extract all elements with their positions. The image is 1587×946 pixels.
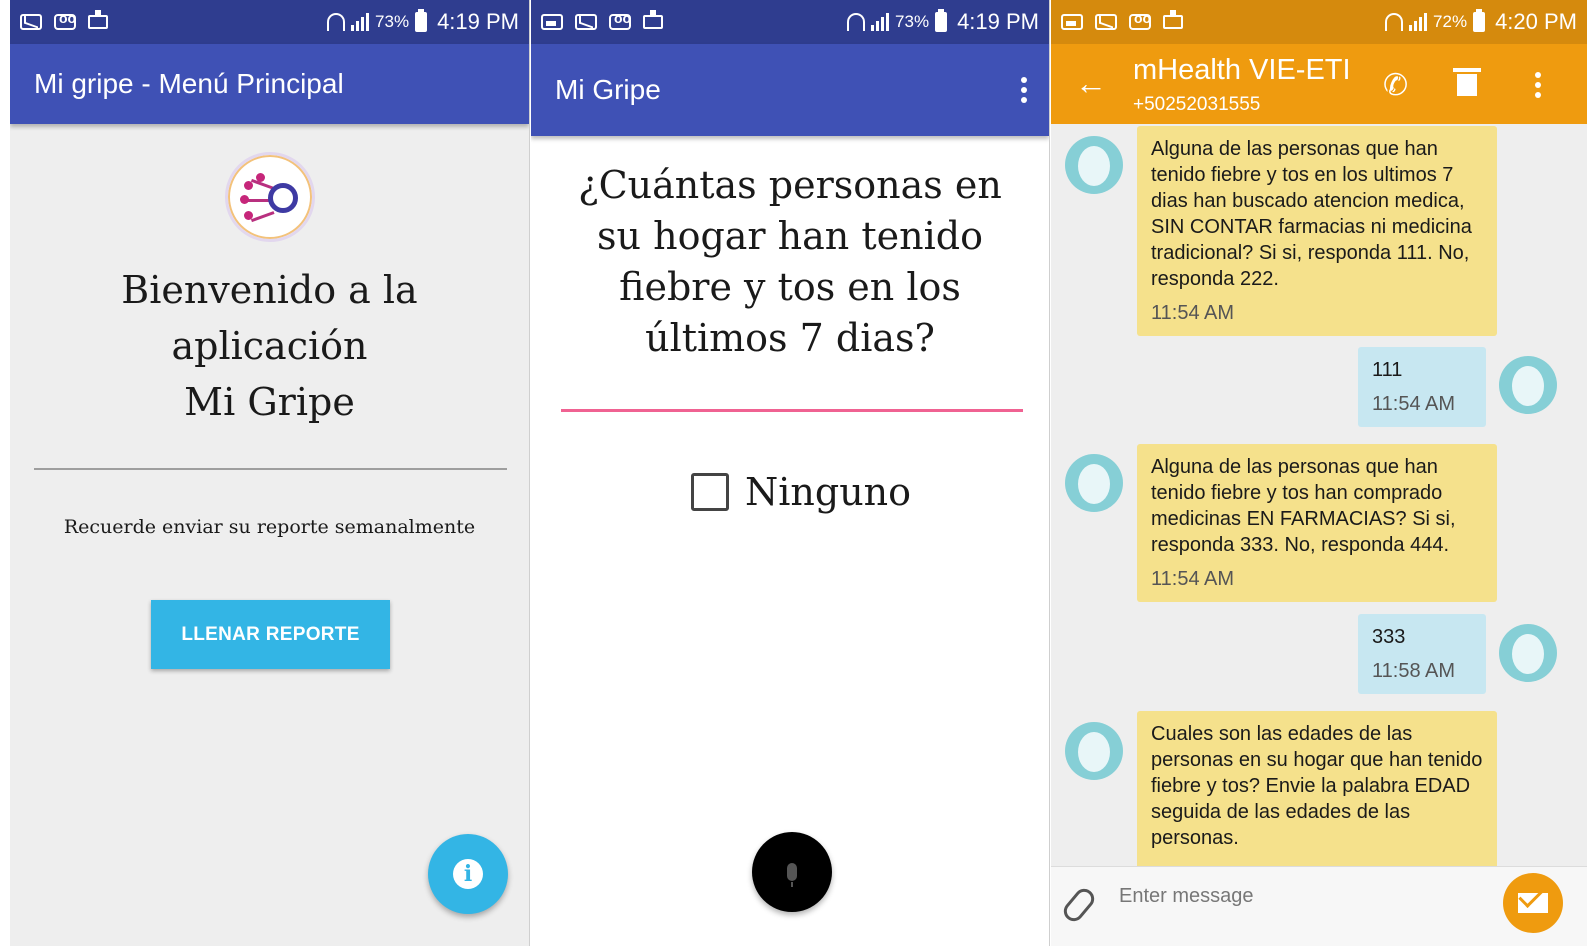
status-time: 4:20 PM <box>1495 9 1577 34</box>
status-bar: 73% 4:19 PM <box>531 0 1049 44</box>
user-avatar <box>1499 356 1557 414</box>
battery-icon <box>415 9 428 32</box>
signal-icon <box>1409 13 1428 31</box>
welcome-text: Bienvenido a la aplicación Mi Gripe <box>121 268 418 424</box>
message-bubble-incoming[interactable]: Alguna de las personas que han tenido fi… <box>1137 444 1497 602</box>
signal-icon <box>871 13 890 31</box>
battery-percent: 72% <box>1433 12 1468 31</box>
contact-number: +50252031555 <box>1133 94 1261 115</box>
info-button[interactable]: i <box>428 834 508 914</box>
question-text: ¿Cuántas personas en su hogar han tenido… <box>578 163 1002 360</box>
contact-name: mHealth VIE-ETI <box>1133 54 1351 86</box>
app-bar: Mi Gripe <box>531 44 1049 136</box>
trash-icon[interactable] <box>1453 66 1481 98</box>
camera-icon <box>643 10 663 29</box>
message-input[interactable] <box>1119 879 1479 913</box>
answer-input[interactable] <box>561 360 1023 412</box>
status-bar: 73% 4:19 PM <box>10 0 529 44</box>
attach-icon[interactable] <box>1059 884 1099 926</box>
send-button[interactable] <box>1503 873 1563 933</box>
mail-icon <box>1095 14 1117 30</box>
info-icon: i <box>453 859 483 889</box>
mic-icon <box>787 863 797 887</box>
message-time: 11:58 AM <box>1372 660 1456 682</box>
message-list[interactable]: Alguna de las personas que han tenido fi… <box>1051 124 1587 866</box>
message-time: 11:54 AM <box>1151 568 1235 590</box>
camera-icon <box>88 10 108 29</box>
send-icon <box>1518 893 1548 913</box>
app-title: Mi Gripe <box>555 74 661 105</box>
battery-percent: 73% <box>895 12 930 31</box>
battery-icon <box>935 9 948 32</box>
message-composer <box>1051 866 1587 946</box>
app-bar: Mi gripe - Menú Principal <box>10 44 529 124</box>
wifi-icon <box>1385 13 1404 31</box>
none-checkbox-label: Ninguno <box>745 470 912 514</box>
message-time: 11:54 AM <box>1151 302 1235 324</box>
app-title: Mi gripe - Menú Principal <box>34 68 344 99</box>
voicemail-icon <box>54 10 76 30</box>
none-option[interactable]: Ninguno <box>691 470 911 514</box>
back-arrow-icon[interactable]: ← <box>1075 67 1107 99</box>
more-vert-icon[interactable] <box>1021 77 1027 103</box>
screen-sms-thread: 72% 4:20 PM ← mHealth VIE-ETI +502520315… <box>1051 0 1587 946</box>
battery-percent: 73% <box>375 12 410 31</box>
mail-icon <box>575 14 597 30</box>
status-bar: 72% 4:20 PM <box>1051 0 1587 44</box>
message-bubble-incoming[interactable]: Alguna de las personas que han tenido fi… <box>1137 126 1497 336</box>
voice-input-button[interactable] <box>752 832 832 912</box>
signal-icon <box>351 13 370 31</box>
status-time: 4:19 PM <box>957 9 1039 34</box>
screen-question: 73% 4:19 PM Mi Gripe ¿Cuántas personas e… <box>531 0 1050 946</box>
message-bubble-incoming[interactable]: Cuales son las edades de las personas en… <box>1137 711 1497 866</box>
phone-icon[interactable]: ✆ <box>1383 68 1408 103</box>
message-bubble-outgoing[interactable]: 111 11:54 AM <box>1358 347 1486 427</box>
picture-icon <box>541 14 563 30</box>
mail-icon <box>20 14 42 30</box>
conversation-header: ← mHealth VIE-ETI +50252031555 ✆ <box>1051 44 1587 124</box>
wifi-icon <box>327 13 346 31</box>
message-bubble-outgoing[interactable]: 333 11:58 AM <box>1358 614 1486 694</box>
wifi-icon <box>847 13 866 31</box>
status-time: 4:19 PM <box>437 9 519 34</box>
message-time: 11:54 AM <box>1372 393 1456 415</box>
contact-avatar <box>1065 722 1123 780</box>
none-checkbox[interactable] <box>691 473 729 511</box>
fill-report-button[interactable]: LLENAR REPORTE <box>151 600 390 669</box>
picture-icon <box>1061 14 1083 30</box>
contact-avatar <box>1065 454 1123 512</box>
reminder-text: Recuerde enviar su reporte semanalmente <box>63 516 476 538</box>
divider <box>34 468 507 470</box>
battery-icon <box>1473 9 1486 32</box>
camera-icon <box>1163 10 1183 29</box>
screen-main-menu: 73% 4:19 PM Mi gripe - Menú Principal Bi… <box>10 0 530 946</box>
voicemail-icon <box>609 10 631 30</box>
contact-avatar <box>1065 136 1123 194</box>
more-vert-icon[interactable] <box>1535 72 1541 98</box>
app-logo <box>225 152 315 242</box>
user-avatar <box>1499 624 1557 682</box>
voicemail-icon <box>1129 10 1151 30</box>
